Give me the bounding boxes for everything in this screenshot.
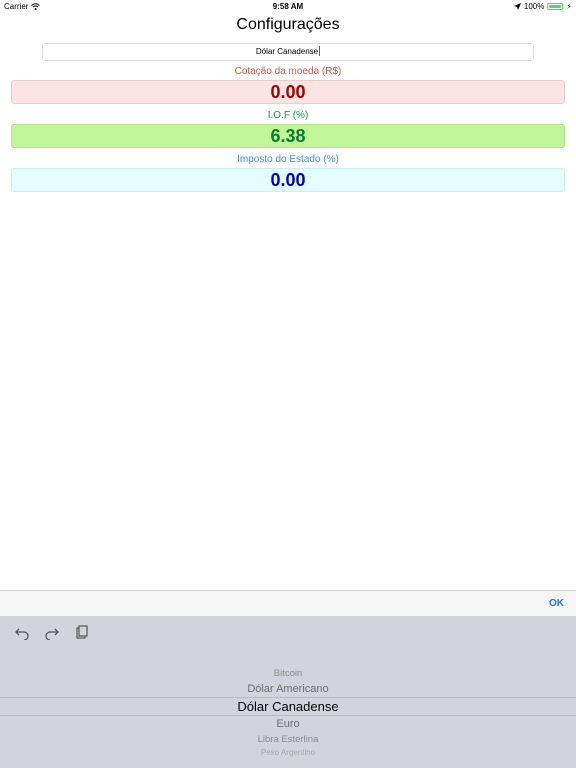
picker-item[interactable]: Dólar Americano — [0, 681, 576, 697]
undo-icon[interactable] — [14, 624, 30, 640]
paste-icon[interactable] — [74, 624, 90, 640]
picker-item[interactable]: Bitcoin — [0, 666, 576, 681]
status-time: 9:58 AM — [272, 2, 304, 11]
page-title: Configurações — [236, 16, 340, 33]
picker-item[interactable]: Libra Esterlina — [0, 732, 576, 747]
charging-bolt-icon: ⚡ — [566, 1, 572, 11]
battery-icon — [547, 3, 564, 10]
currency-field-value: Dólar Canadense — [255, 47, 319, 56]
iof-input[interactable]: 6.38 — [11, 124, 565, 148]
location-arrow-icon — [513, 3, 521, 10]
status-right: 100% ⚡ — [513, 1, 572, 11]
redo-icon[interactable] — [44, 624, 60, 640]
picker-item[interactable]: Peso Argentino — [0, 747, 576, 759]
iof-label: I.O.F (%) — [267, 110, 309, 121]
cotacao-input[interactable]: 0.00 — [11, 80, 565, 104]
picker-toolbar: OK — [0, 590, 576, 616]
currency-picker[interactable]: Bitcoin Dólar Americano Dólar Canadense Eur… — [0, 616, 576, 768]
estado-input[interactable]: 0.00 — [11, 168, 565, 192]
status-bar: Carrier 9:58 AM 100% ⚡ — [0, 0, 576, 12]
battery-percent: 100% — [523, 2, 545, 11]
estado-label: Imposto do Estado (%) — [237, 154, 339, 165]
picker-selection-band — [0, 697, 576, 716]
currency-field[interactable]: Dólar Canadense — [42, 43, 534, 61]
text-caret — [319, 46, 321, 56]
ok-button[interactable]: OK — [549, 598, 564, 609]
shortcut-bar — [14, 624, 90, 640]
picker-item[interactable]: Euro — [0, 716, 576, 732]
battery-fill — [549, 5, 562, 8]
cotacao-label: Cotação da moeda (R$) — [234, 66, 342, 77]
